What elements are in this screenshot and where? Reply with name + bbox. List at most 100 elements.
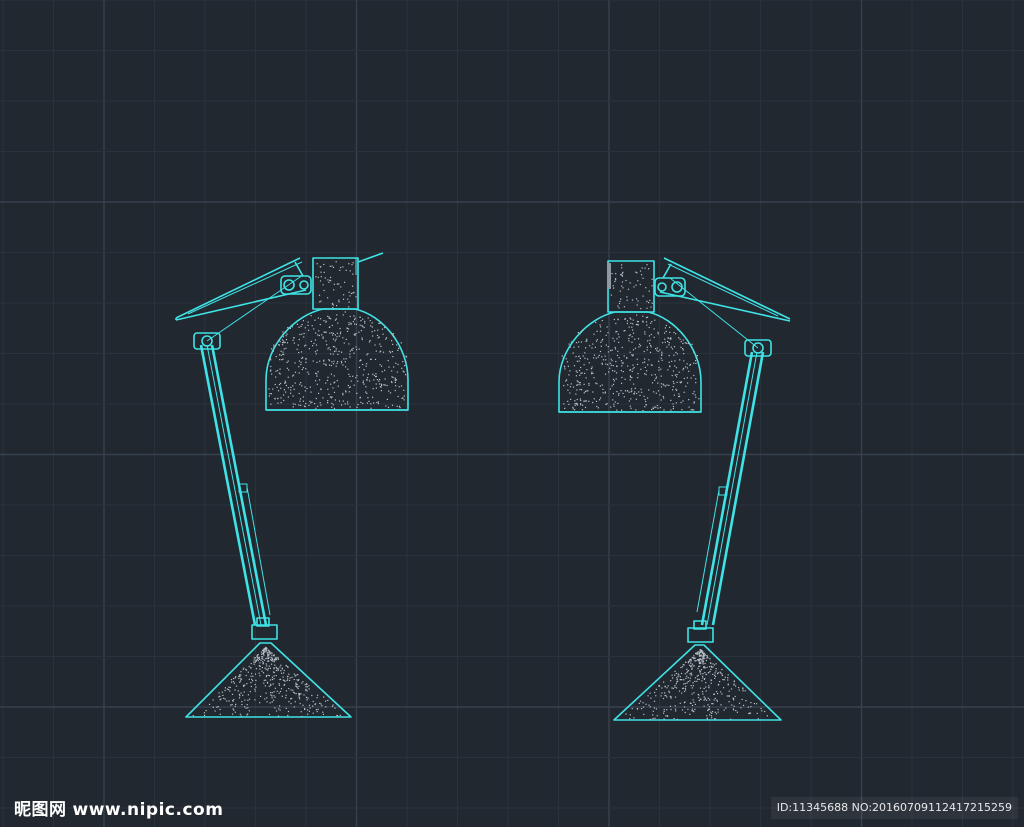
stipple-dot [675,333,677,335]
stipple-dot [253,661,255,663]
stipple-dot [325,382,327,384]
stipple-dot [624,390,626,392]
stipple-dot [271,663,273,665]
stipple-dot [717,693,719,695]
stipple-dot [685,661,687,663]
stipple-dot [575,356,577,358]
stipple-dot [655,376,658,378]
stipple-dot [283,348,285,350]
stipple-dot [376,379,378,381]
stipple-dot [269,702,271,704]
stipple-dot [651,374,653,376]
stipple-dot [573,365,576,367]
stipple-dot [677,676,679,678]
cad-viewport[interactable]: 昵图网 www.nipic.com ID:11345688 NO:20160709… [0,0,1024,827]
stipple-dot [331,402,333,404]
stipple-dot [285,331,287,333]
stipple-dot [659,349,661,351]
stipple-dot [701,651,703,653]
stipple-dot [239,674,241,676]
stipple-dot [584,357,586,359]
stipple-dot [672,406,675,408]
stipple-dot [271,678,273,681]
stipple-dot [657,331,659,333]
stipple-dot [381,328,384,330]
stipple-dot [697,653,699,655]
stipple-dot [592,343,594,345]
stipple-dot [360,320,362,322]
stipple-dot [645,703,647,705]
stipple-dot [339,327,341,330]
stipple-dot [684,342,686,344]
stipple-dot [362,382,364,384]
stipple-dot [296,679,298,681]
stipple-dot [747,706,749,708]
stipple-dot [703,687,705,690]
stipple-dot [366,377,369,379]
stipple-dot [676,376,678,378]
stipple-dot [293,678,295,681]
stipple-dot [705,690,707,692]
stipple-dot [388,390,390,392]
stipple-dot [606,326,608,328]
stipple-dot [394,379,396,382]
stipple-dot [278,692,280,694]
stipple-dot [621,267,623,269]
stipple-dot [629,282,631,284]
stipple-dot [566,361,569,363]
stipple-dot [249,691,251,693]
stipple-dot [633,717,635,719]
stipple-dot [682,348,684,350]
stipple-dot [611,273,613,275]
stipple-dot [698,658,701,660]
stipple-dot [668,355,670,357]
stipple-dot [721,674,723,677]
stipple-dot [387,406,390,408]
stipple-dot [377,403,380,405]
stipple-dot [333,289,335,291]
stipple-dot [639,394,641,396]
stipple-dot [655,377,657,379]
stipple-dot [362,363,364,366]
stipple-dot [370,358,372,360]
stipple-dot [651,302,653,304]
stipple-dot [687,681,689,683]
stipple-dot [234,705,236,707]
stipple-dot [671,360,673,362]
stipple-dot [298,338,300,341]
stipple-dot [286,342,289,344]
stipple-dot [650,697,652,699]
stipple-dot [385,338,387,340]
stipple-dot [681,709,684,711]
stipple-dot [346,327,348,329]
stipple-dot [698,700,700,702]
stipple-dot [279,354,281,356]
stipple-dot [254,688,256,690]
stipple-dot [661,351,663,353]
stipple-dot [276,667,278,669]
stipple-dot [731,704,733,706]
stipple-dot [697,693,699,696]
stipple-dot [320,276,322,278]
stipple-dot [663,397,665,399]
stipple-dot [653,391,655,393]
stipple-dot [331,332,333,334]
stipple-dot [389,350,391,352]
stipple-dot [607,351,609,353]
stipple-dot [349,270,351,272]
stipple-dot [317,371,319,373]
drawing-grid [0,0,1024,827]
stipple-dot [713,699,715,701]
stipple-dot [279,341,281,343]
stipple-dot [280,670,282,672]
stipple-dot [693,711,695,713]
stipple-dot [203,714,206,716]
stipple-dot [385,337,388,339]
stipple-dot [269,679,272,681]
stipple-dot [578,341,580,343]
stipple-dot [650,333,652,336]
stipple-dot [330,280,332,282]
stipple-dot [745,700,747,702]
stipple-dot [676,381,678,383]
stipple-dot [285,347,287,349]
